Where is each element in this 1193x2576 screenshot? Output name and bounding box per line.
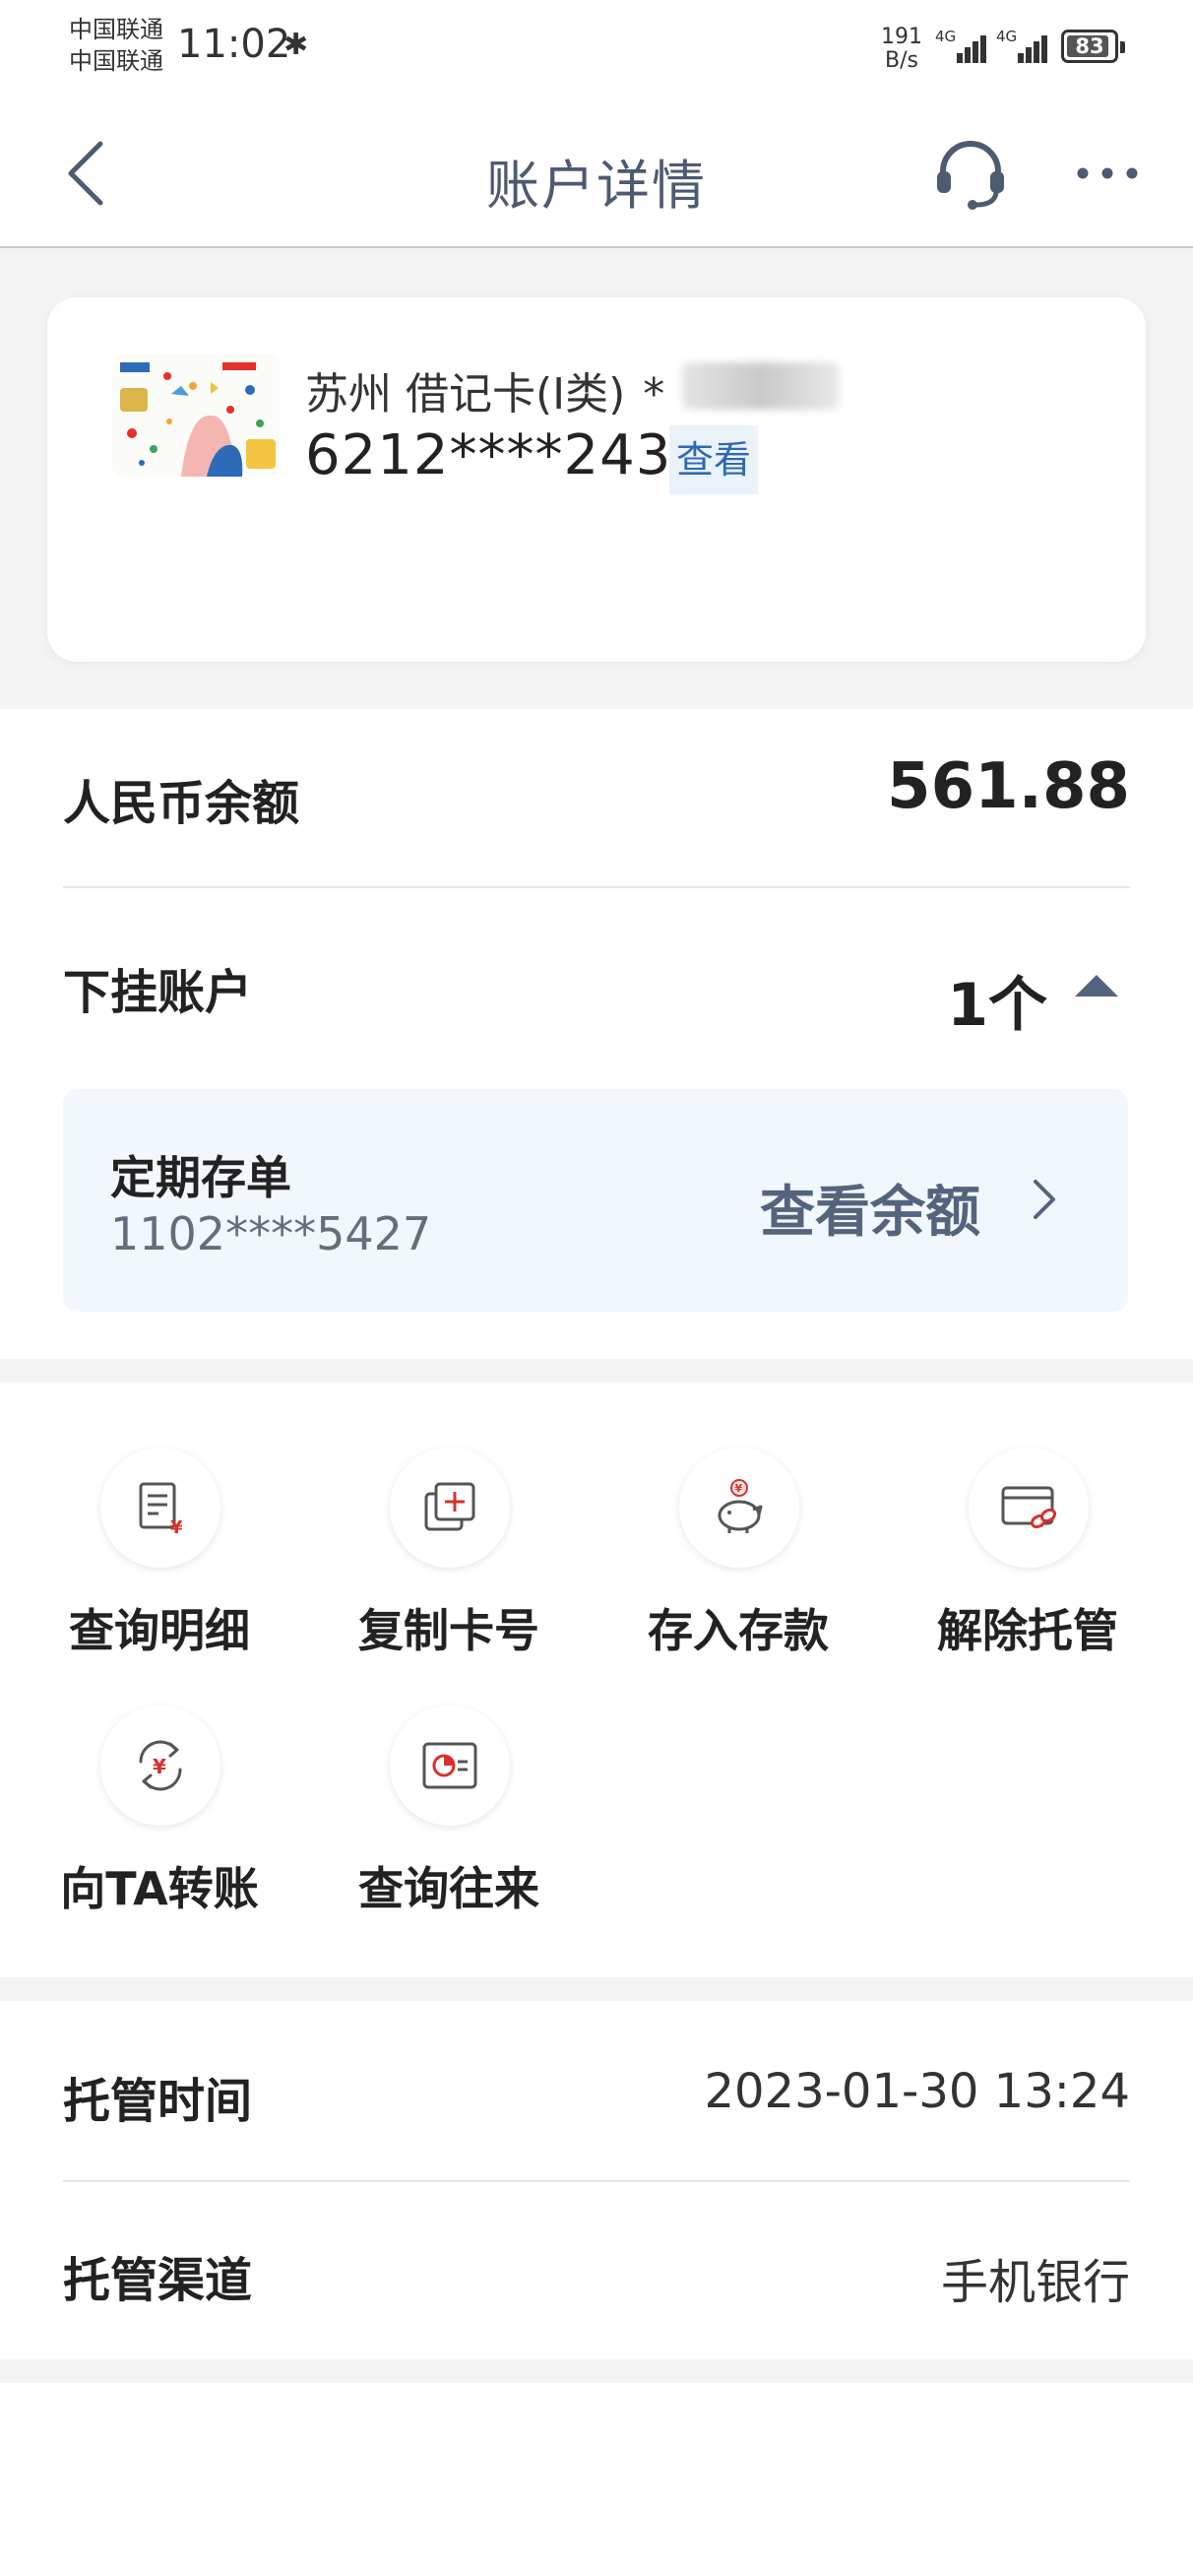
action-label: 解除托管 bbox=[937, 1604, 1118, 1657]
signal-2-label: 4G bbox=[996, 28, 1018, 45]
page-title: 账户详情 bbox=[486, 155, 707, 217]
custody-channel-value: 手机银行 bbox=[940, 2255, 1130, 2310]
copy-add-icon bbox=[424, 1482, 475, 1531]
divider bbox=[63, 886, 1130, 888]
battery-icon: 83 bbox=[1061, 30, 1125, 63]
carrier-labels: 中国联通 中国联通 bbox=[69, 14, 163, 77]
card-number: 6212****2432 bbox=[305, 423, 709, 487]
copy-card-number-button[interactable]: 复制卡号 bbox=[321, 1448, 577, 1684]
more-button[interactable] bbox=[1073, 154, 1142, 193]
action-label: 查询明细 bbox=[69, 1604, 250, 1657]
sub-account-number: 1102****5427 bbox=[110, 1207, 432, 1260]
more-dots-icon bbox=[1077, 167, 1138, 179]
transfer-yuan-icon: ¥ bbox=[139, 1740, 182, 1791]
custody-info-section: 托管时间 2023-01-30 13:24 托管渠道 手机银行 bbox=[0, 2001, 1193, 2359]
headset-icon bbox=[937, 141, 1004, 210]
divider bbox=[63, 2180, 1130, 2182]
action-label: 存入存款 bbox=[648, 1604, 829, 1657]
action-label: 向TA转账 bbox=[60, 1862, 259, 1915]
status-bar: 中国联通 中国联通 11:02 ✱ 191 B/s 4G 4G 83 bbox=[0, 0, 1193, 98]
sub-account-title: 定期存单 bbox=[110, 1151, 291, 1204]
balance-amount: 561.88 bbox=[887, 750, 1130, 823]
signal-2-icon: 4G bbox=[996, 28, 1053, 63]
bottom-blank-area bbox=[0, 2383, 1193, 2576]
sub-accounts-label: 下挂账户 bbox=[63, 965, 253, 1020]
deposit-button[interactable]: ¥ 存入存款 bbox=[610, 1448, 866, 1684]
custody-time-label: 托管时间 bbox=[63, 2074, 253, 2129]
release-custody-button[interactable]: 解除托管 bbox=[900, 1448, 1156, 1684]
card-face-image bbox=[112, 354, 280, 477]
query-transactions-button[interactable]: 查询往来 bbox=[321, 1706, 577, 1942]
signal-1-label: 4G bbox=[935, 28, 957, 45]
action-label: 复制卡号 bbox=[358, 1604, 539, 1657]
svg-text:¥: ¥ bbox=[153, 1755, 166, 1778]
nav-bar: 账户详情 bbox=[0, 98, 1193, 248]
carrier-2: 中国联通 bbox=[69, 47, 163, 75]
status-time: 11:02 bbox=[177, 22, 291, 67]
card-unlink-icon bbox=[1001, 1486, 1057, 1529]
svg-text:¥: ¥ bbox=[735, 1482, 743, 1495]
balance-label: 人民币余额 bbox=[63, 776, 300, 831]
transfer-button[interactable]: ¥ 向TA转账 bbox=[31, 1706, 287, 1942]
sub-account-item[interactable]: 定期存单 1102****5427 查看余额 bbox=[63, 1089, 1128, 1312]
custody-time-value: 2023-01-30 13:24 bbox=[704, 2064, 1130, 2119]
sub-accounts-count: 1个 bbox=[947, 971, 1047, 1040]
customer-service-button[interactable] bbox=[931, 134, 1010, 213]
signal-1-icon: 4G bbox=[935, 28, 992, 63]
blurred-card-suffix bbox=[682, 362, 840, 410]
card-info-panel: 苏州 借记卡(I类) * 6212****2432 查看 bbox=[47, 297, 1146, 662]
view-balance-link[interactable]: 查看余额 bbox=[760, 1168, 980, 1248]
collapse-up-icon[interactable] bbox=[1075, 975, 1118, 997]
piggy-bank-icon: ¥ bbox=[718, 1479, 763, 1533]
net-speed-value: 191 bbox=[881, 25, 922, 49]
pie-chart-icon bbox=[422, 1742, 477, 1789]
card-name: 苏州 借记卡(I类) * bbox=[305, 358, 664, 421]
net-speed: 191 B/s bbox=[881, 26, 922, 73]
view-card-number-button[interactable]: 查看 bbox=[669, 425, 758, 494]
card-name-text: 苏州 借记卡(I类) bbox=[305, 369, 626, 419]
carrier-1: 中国联通 bbox=[69, 16, 163, 43]
custody-channel-label: 托管渠道 bbox=[63, 2253, 253, 2308]
action-label: 查询往来 bbox=[358, 1862, 539, 1915]
chevron-right-icon bbox=[1034, 1180, 1055, 1219]
bluetooth-icon: ✱ bbox=[283, 28, 309, 62]
document-yuan-icon: ¥ bbox=[139, 1482, 183, 1537]
net-speed-unit: B/s bbox=[885, 48, 918, 73]
battery-level: 83 bbox=[1075, 34, 1104, 58]
svg-text:¥: ¥ bbox=[170, 1517, 183, 1537]
card-name-suffix: * bbox=[643, 369, 665, 419]
query-details-button[interactable]: ¥ 查询明细 bbox=[31, 1448, 287, 1684]
